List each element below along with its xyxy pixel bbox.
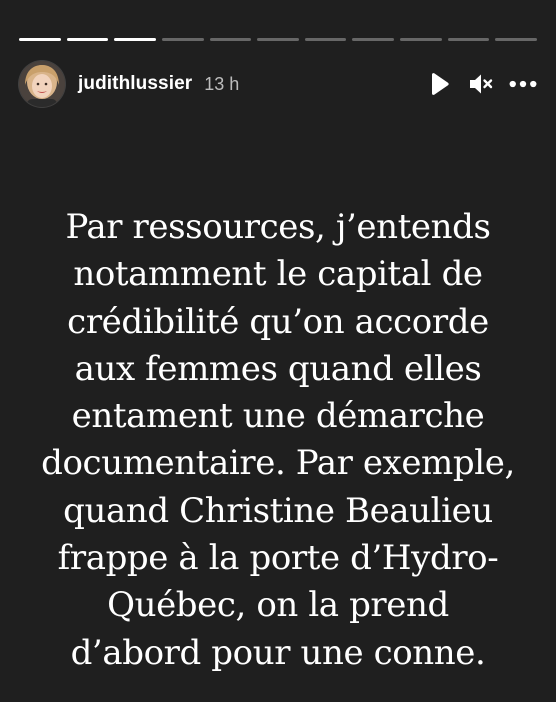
- story-text-line: frappe à la porte d’Hydro-: [57, 538, 499, 579]
- story-controls: [425, 70, 537, 98]
- mute-button[interactable]: [467, 70, 495, 98]
- timestamp: 13 h: [204, 73, 240, 94]
- progress-segment: [257, 38, 299, 41]
- progress-segment: [352, 38, 395, 41]
- play-icon: [432, 73, 449, 95]
- progress-segment: [19, 38, 61, 41]
- story-text-line: d’abord pour une conne.: [70, 632, 486, 673]
- story-text-line: Québec, on la prend: [107, 585, 449, 626]
- progress-segment: [209, 38, 252, 41]
- progress-segment: [400, 38, 442, 41]
- progress-segment: [304, 38, 347, 41]
- story-text-line: quand Christine Beaulieu: [63, 490, 493, 531]
- volume-muted-icon: [470, 74, 493, 94]
- story-text-line: Par ressources, j’entends: [65, 207, 491, 247]
- story-viewer[interactable]: judithlussier 13 h Par ressources, j’ent…: [0, 0, 556, 702]
- story-text-line: documentaire. Par exemple,: [41, 443, 515, 484]
- more-options-button[interactable]: [509, 70, 537, 98]
- story-progress-bar: [19, 38, 538, 41]
- progress-segment: [161, 38, 204, 41]
- progress-segment: [495, 38, 538, 41]
- story-text-line: aux femmes quand elles: [74, 348, 482, 389]
- progress-segment: [66, 38, 109, 41]
- story-header: judithlussier 13 h: [19, 59, 537, 109]
- progress-segment: [447, 38, 490, 41]
- username[interactable]: judithlussier: [78, 73, 192, 95]
- play-button[interactable]: [425, 70, 453, 98]
- avatar[interactable]: [19, 61, 65, 107]
- story-text-line: entament une démarche: [71, 396, 485, 437]
- avatar-image: [19, 61, 65, 107]
- progress-segment: [114, 38, 156, 41]
- story-text: Par ressources, j’entends notamment le c…: [20, 204, 536, 677]
- story-text-line: crédibilité qu’on accorde: [67, 301, 489, 342]
- story-text-line: notamment le capital de: [73, 254, 483, 295]
- more-options-icon: [509, 80, 537, 88]
